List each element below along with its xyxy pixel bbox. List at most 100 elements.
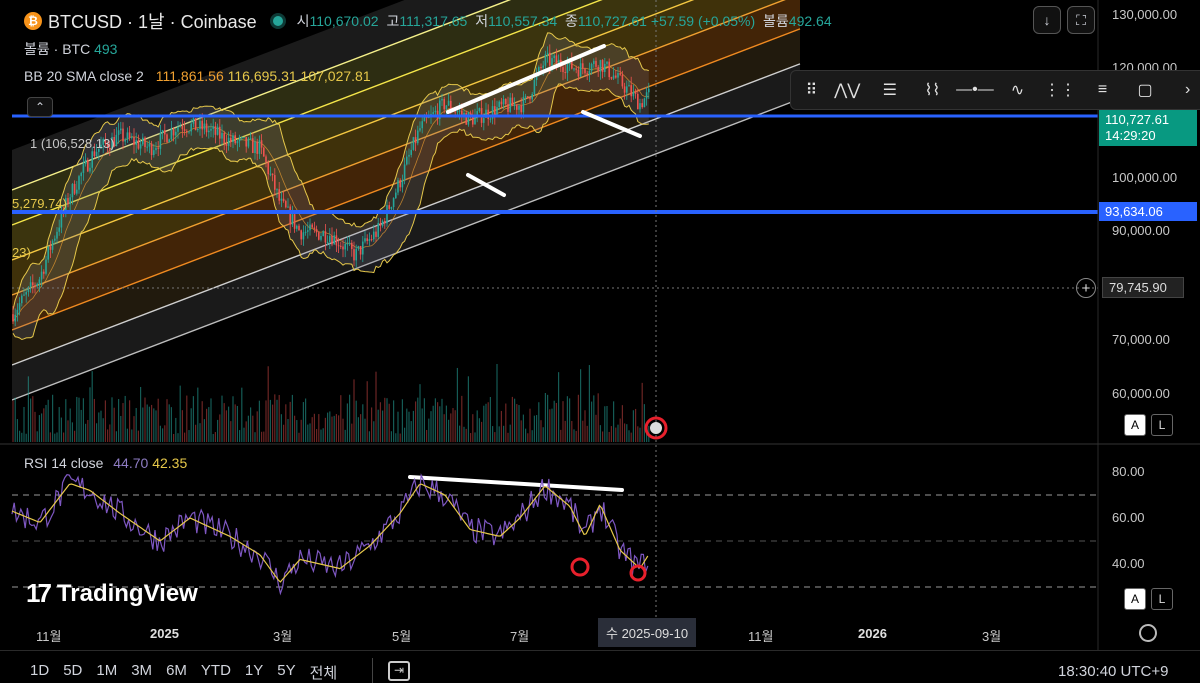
volume-bar — [487, 402, 489, 442]
candle-body — [289, 206, 291, 225]
candle-body — [593, 60, 595, 64]
timeframe-0[interactable]: 1D — [30, 662, 49, 683]
abcd-pattern-icon[interactable]: ∿ — [996, 72, 1039, 108]
candle-body — [51, 240, 54, 250]
candle-body — [153, 150, 155, 156]
volume-bar — [586, 425, 588, 442]
timeframe-3[interactable]: 3M — [131, 662, 152, 683]
candle-body — [414, 137, 417, 144]
candle-body — [641, 103, 643, 108]
candle-body — [194, 118, 197, 131]
timeframe-6[interactable]: 1Y — [245, 662, 263, 683]
volume-bar — [489, 396, 491, 442]
volume-bar — [316, 429, 318, 442]
volume-bar — [560, 429, 562, 442]
fullscreen-icon[interactable]: ⛶ — [1067, 6, 1095, 34]
timeframe-2[interactable]: 1M — [96, 662, 117, 683]
candle-body — [377, 222, 379, 237]
candle-body — [555, 55, 558, 64]
elliott-wave-icon[interactable]: ⌇⌇ — [911, 72, 954, 108]
candle-body — [344, 244, 346, 250]
download-icon[interactable]: ↓ — [1033, 6, 1061, 34]
volume-bar — [300, 419, 302, 442]
support-price-tag: 93,634.06 — [1099, 202, 1197, 221]
candle-body — [590, 63, 593, 72]
candle-body — [135, 140, 137, 145]
volume-bar — [500, 410, 502, 442]
candle-body — [342, 246, 344, 250]
timeframe-5[interactable]: YTD — [201, 662, 231, 683]
drag-handle-icon[interactable]: ⠿ — [797, 72, 826, 108]
volume-bar — [551, 408, 553, 442]
volume-bar — [305, 398, 307, 442]
candle-body — [214, 126, 217, 135]
horizontal-line-icon[interactable]: —•— — [954, 72, 997, 108]
auto-scale-button[interactable]: A — [1124, 414, 1146, 436]
volume-bar — [439, 406, 441, 442]
clock[interactable]: 18:30:40 UTC+9 — [1058, 663, 1169, 680]
pattern-tool-icon[interactable]: ⋀⋁ — [826, 72, 869, 108]
date-range-icon[interactable]: ⇥ — [388, 661, 410, 681]
volume-bar — [140, 386, 142, 442]
volume-bar — [230, 421, 232, 442]
candle-body — [496, 107, 498, 116]
rsi-pane[interactable] — [11, 473, 1098, 596]
volume-bar — [115, 431, 117, 442]
parallel-channel-icon[interactable]: ⋮⋮ — [1039, 72, 1082, 108]
candle-body — [93, 151, 96, 157]
volume-bar — [247, 415, 249, 442]
collapse-legend-button[interactable]: ⌃ — [27, 97, 53, 117]
candle-body — [320, 235, 322, 240]
volume-bar — [472, 414, 474, 442]
candle-body — [87, 159, 89, 172]
candle-body — [148, 143, 151, 147]
volume-bar — [503, 425, 505, 442]
candle-body — [276, 189, 278, 191]
candle-body — [225, 143, 228, 146]
open-value: 110,670.02 — [309, 13, 379, 29]
candle-body — [329, 236, 331, 242]
candle-body — [304, 231, 307, 233]
drawing-toolbar[interactable]: ⠿ ⋀⋁ ☰ ⌇⌇ —•— ∿ ⋮⋮ ≡ ▢ › — [790, 70, 1200, 110]
log-scale-button[interactable]: L — [1151, 414, 1173, 436]
volume-bar — [313, 413, 315, 442]
timeframe-7[interactable]: 5Y — [277, 662, 295, 683]
volume-bar — [511, 396, 513, 442]
volume-bar — [329, 411, 331, 442]
candle-body — [247, 138, 250, 147]
more-icon[interactable]: › — [1166, 72, 1200, 108]
add-alert-icon[interactable]: + — [1076, 278, 1096, 298]
volume-bar — [509, 424, 511, 442]
settings-gear-icon[interactable] — [1139, 624, 1157, 642]
fib-retracement-icon[interactable]: ☰ — [869, 72, 912, 108]
candle-body — [216, 126, 219, 135]
timeframe-1[interactable]: 5D — [63, 662, 82, 683]
volume-bar — [577, 394, 579, 442]
timeframe-bar[interactable]: 1D 5D 1M 3M 6M YTD 1Y 5Y 전체 — [30, 662, 337, 683]
symbol-title[interactable]: BTCUSD · 1날 · Coinbase — [48, 8, 257, 34]
candle-body — [21, 295, 23, 304]
timeframe-4[interactable]: 6M — [166, 662, 187, 683]
candle-body — [293, 214, 296, 229]
regression-trend-icon[interactable]: ≡ — [1081, 72, 1124, 108]
candle-body — [500, 101, 503, 105]
volume-bar — [573, 429, 575, 442]
candle-body — [410, 149, 412, 155]
timeframe-8[interactable]: 전체 — [310, 662, 338, 683]
candle-body — [542, 65, 544, 68]
volume-bar — [32, 396, 34, 442]
rsi-log-scale-button[interactable]: L — [1151, 588, 1173, 610]
volume-bar — [355, 400, 357, 442]
volume-bar — [538, 402, 540, 442]
rectangle-icon[interactable]: ▢ — [1124, 72, 1167, 108]
volume-bar — [467, 376, 469, 442]
volume-bar — [274, 394, 276, 442]
rsi-auto-scale-button[interactable]: A — [1124, 588, 1146, 610]
volume-bar — [49, 432, 51, 442]
candle-body — [181, 125, 184, 130]
volume-bar — [421, 408, 423, 442]
candle-body — [351, 242, 353, 250]
rsi-legend: RSI 14 close 44.70 42.35 — [24, 455, 187, 471]
candle-body — [49, 246, 52, 250]
volume-bar — [298, 432, 300, 442]
